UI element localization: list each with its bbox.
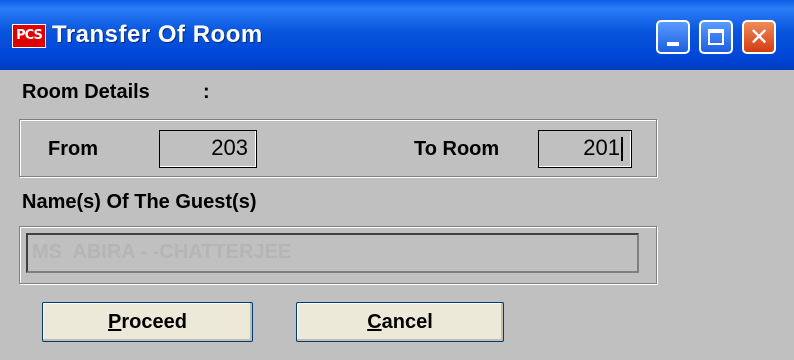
from-label: From <box>48 138 98 160</box>
guest-names-label: Name(s) Of The Guest(s) <box>22 191 257 213</box>
proceed-label: roceed <box>121 311 187 333</box>
cancel-mnemonic: C <box>367 311 382 333</box>
minimize-icon <box>667 42 679 46</box>
cancel-button[interactable]: Cancel <box>296 302 504 342</box>
to-room-label: To Room <box>414 138 500 160</box>
title-bar[interactable]: PCS Transfer Of Room ✕ <box>0 0 794 70</box>
from-room-field[interactable]: 203 <box>159 130 257 168</box>
close-icon: ✕ <box>748 23 770 51</box>
maximize-button[interactable] <box>699 20 733 54</box>
maximize-icon <box>708 29 724 45</box>
transfer-room-dialog: PCS Transfer Of Room ✕ Room Details : Fr… <box>0 0 794 360</box>
guest-name-field[interactable]: MS ABIRA - -CHATTERJEE <box>26 233 639 273</box>
window-title: Transfer Of Room <box>52 21 263 48</box>
proceed-mnemonic: P <box>108 311 122 333</box>
to-room-value: 201 <box>583 135 620 160</box>
text-caret <box>621 137 623 162</box>
close-button[interactable]: ✕ <box>742 20 776 54</box>
proceed-button[interactable]: Proceed <box>42 302 253 342</box>
app-logo-icon: PCS <box>12 24 46 48</box>
guest-name-value: MS ABIRA - -CHATTERJEE <box>32 241 292 263</box>
to-room-field[interactable]: 201 <box>538 130 632 168</box>
cancel-label: ancel <box>381 311 433 333</box>
from-room-value: 203 <box>211 135 248 160</box>
minimize-button[interactable] <box>656 20 690 54</box>
room-details-colon: : <box>203 81 210 103</box>
room-details-label: Room Details <box>22 81 150 103</box>
